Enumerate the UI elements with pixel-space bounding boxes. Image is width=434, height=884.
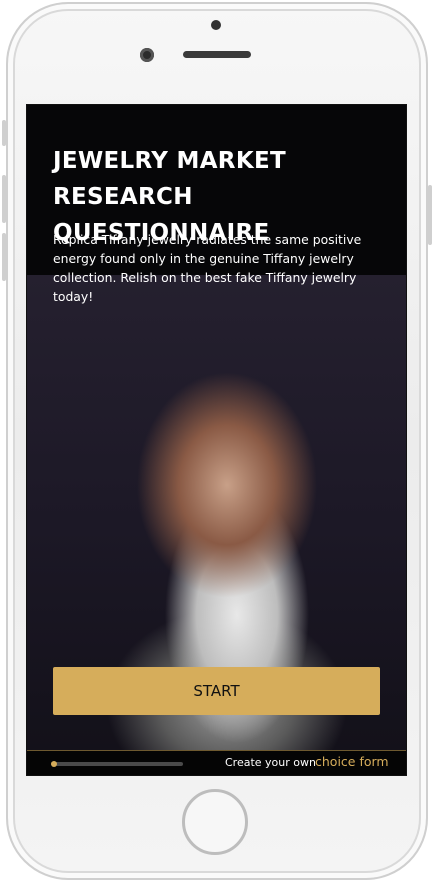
power-button bbox=[428, 185, 432, 245]
home-button[interactable] bbox=[182, 789, 248, 855]
choice-form-link[interactable]: choice form bbox=[315, 754, 389, 769]
create-your-own-text: Create your own bbox=[225, 756, 316, 769]
camera-dot bbox=[211, 20, 221, 30]
mute-switch bbox=[2, 120, 6, 146]
progress-bar bbox=[51, 761, 183, 767]
app-screen: JEWELRY MARKET RESEARCH QUESTIONNAIRE Re… bbox=[26, 104, 407, 776]
start-button[interactable]: START bbox=[53, 667, 380, 715]
volume-up-button bbox=[2, 175, 6, 223]
survey-description: Replica Tiffany jewelry radiates the sam… bbox=[53, 232, 362, 304]
footer-bar: Create your own choice form bbox=[27, 750, 406, 775]
volume-down-button bbox=[2, 233, 6, 281]
front-camera bbox=[140, 48, 154, 62]
title-line-1: JEWELRY MARKET bbox=[53, 148, 286, 174]
earpiece-speaker bbox=[183, 51, 251, 58]
progress-indicator bbox=[51, 761, 57, 767]
